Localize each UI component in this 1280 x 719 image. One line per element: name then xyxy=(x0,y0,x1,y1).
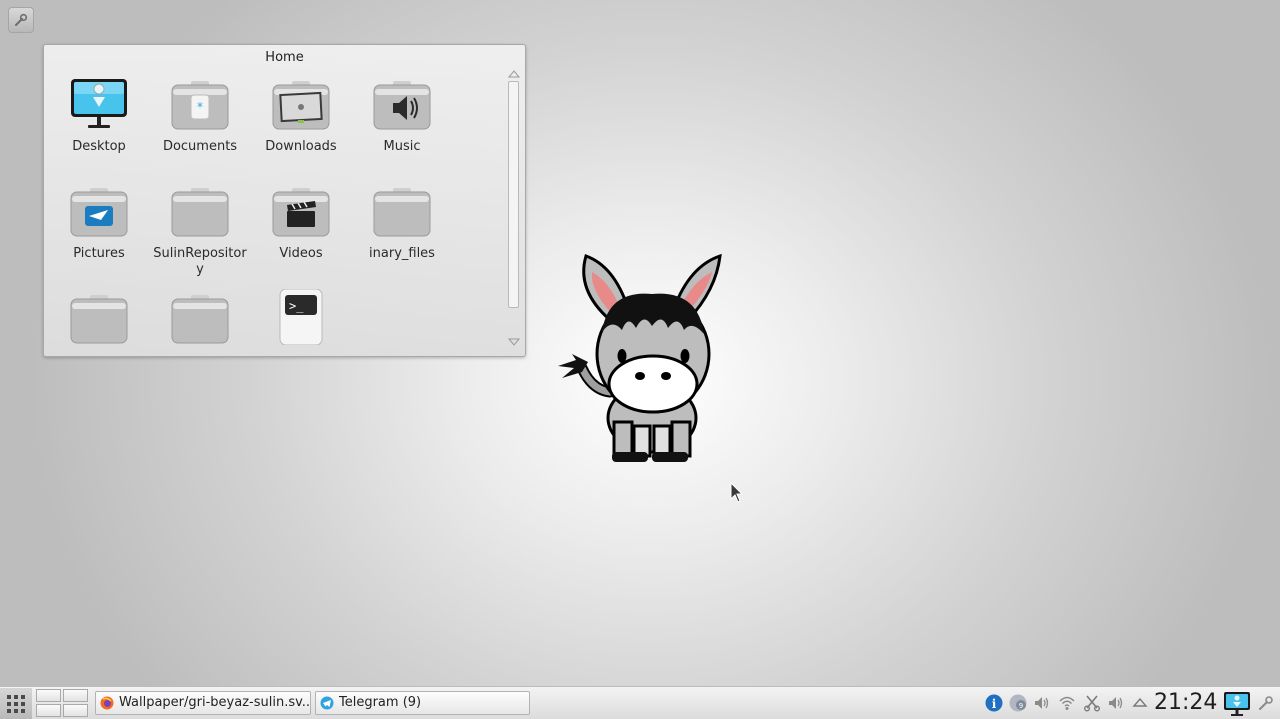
scissors-icon[interactable] xyxy=(1083,694,1101,712)
donkey-mascot-wallpaper xyxy=(558,253,722,462)
task-telegram[interactable]: Telegram (9) xyxy=(315,691,530,715)
pager-desktop-4[interactable] xyxy=(63,704,88,717)
wifi-icon[interactable] xyxy=(1058,694,1076,712)
folder-item-downloads[interactable]: Downloads xyxy=(253,77,349,155)
folder-item-videos[interactable]: Videos xyxy=(253,184,349,262)
folder-item-label: Pictures xyxy=(73,246,125,261)
volume-icon[interactable] xyxy=(1033,694,1051,712)
folder-icon xyxy=(171,295,229,344)
task-label: Telegram (9) xyxy=(339,695,422,710)
show-desktop-icon[interactable] xyxy=(1222,690,1252,718)
taskbar: Wallpaper/gri-beyaz-sulin.sv... Telegram… xyxy=(0,686,1280,719)
info-icon[interactable]: i xyxy=(985,694,1003,712)
folder-item-pictures[interactable]: Pictures xyxy=(51,184,147,262)
scroll-down-arrow-icon[interactable] xyxy=(508,338,520,346)
folder-icon xyxy=(171,188,229,237)
pager-desktop-2[interactable] xyxy=(63,689,88,702)
firefox-icon xyxy=(100,696,114,710)
updates-badge-icon[interactable]: 9 xyxy=(1009,694,1027,712)
folder-item[interactable] xyxy=(51,291,147,353)
svg-text:i: i xyxy=(992,697,997,711)
folder-icon xyxy=(373,188,431,237)
pager-desktop-1[interactable] xyxy=(36,689,61,702)
virtual-desktop-pager[interactable] xyxy=(36,689,88,718)
desktop-toolbox-button[interactable] xyxy=(8,7,34,33)
folder-view-title: Home xyxy=(265,50,304,65)
scroll-up-arrow-icon[interactable] xyxy=(508,70,520,78)
wrench-icon[interactable] xyxy=(1257,694,1275,712)
vertical-scrollbar[interactable] xyxy=(508,81,519,308)
folder-view-widget[interactable]: Home Desktop * Documents Downloads Music… xyxy=(43,44,526,357)
folder-item-label: Documents xyxy=(162,139,238,154)
folder-item-inary-files[interactable]: inary_files xyxy=(354,184,450,262)
videos-folder-icon xyxy=(272,188,330,237)
folder-item-label: Desktop xyxy=(72,139,126,154)
folder-item-music[interactable]: Music xyxy=(354,77,450,155)
folder-item-script[interactable]: >_ xyxy=(253,289,349,351)
folder-item-desktop[interactable]: Desktop xyxy=(51,77,147,155)
svg-text:>_: >_ xyxy=(289,299,304,313)
volume-icon[interactable] xyxy=(1107,694,1125,712)
documents-folder-icon: * xyxy=(171,81,229,130)
mouse-pointer-icon xyxy=(730,482,744,503)
folder-item-label: Downloads xyxy=(265,139,337,154)
application-launcher-button[interactable] xyxy=(0,688,32,719)
folder-item-label: Videos xyxy=(279,246,323,261)
svg-text:*: * xyxy=(197,100,203,114)
task-firefox-wallpaper[interactable]: Wallpaper/gri-beyaz-sulin.sv... xyxy=(95,691,311,715)
folder-item-label: SulinRepository xyxy=(153,246,247,277)
terminal-script-icon: >_ xyxy=(279,289,323,345)
pager-desktop-3[interactable] xyxy=(36,704,61,717)
digital-clock[interactable]: 21:24 xyxy=(1154,690,1217,716)
folder-item-label: inary_files xyxy=(369,246,435,261)
task-label: Wallpaper/gri-beyaz-sulin.sv... xyxy=(119,695,311,710)
folder-icon xyxy=(70,295,128,344)
telegram-icon xyxy=(320,696,334,710)
svg-text:9: 9 xyxy=(1019,702,1023,710)
wrench-icon xyxy=(15,13,28,26)
folder-item-label: Music xyxy=(383,139,421,154)
music-folder-icon xyxy=(373,81,431,130)
desktop-monitor-icon xyxy=(71,79,127,128)
folder-item-documents[interactable]: * Documents xyxy=(152,77,248,155)
downloads-folder-icon xyxy=(272,81,330,130)
folder-item-sulinrepository[interactable]: SulinRepository xyxy=(152,184,248,278)
app-grid-icon xyxy=(7,695,25,713)
pictures-folder-icon xyxy=(70,188,128,237)
expand-up-icon[interactable] xyxy=(1131,694,1149,712)
folder-item[interactable] xyxy=(152,291,248,353)
